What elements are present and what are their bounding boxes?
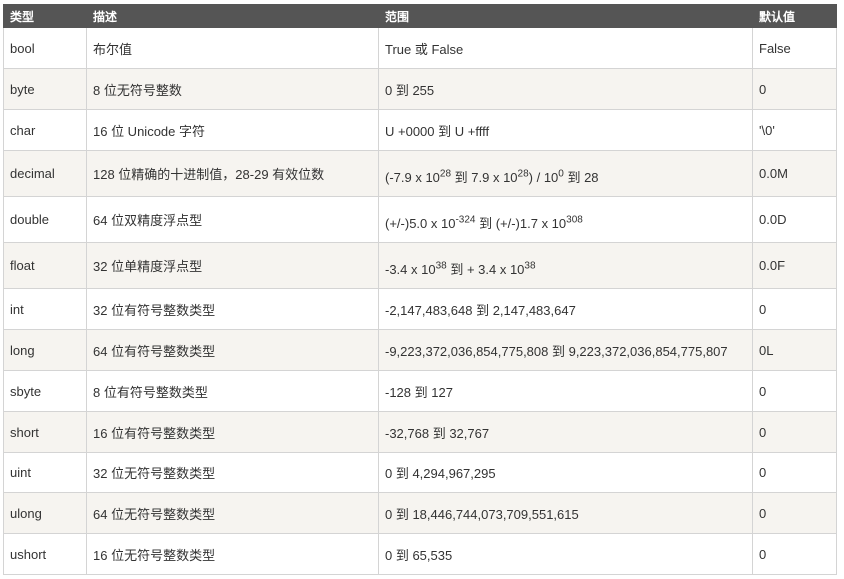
cell-default: 0.0M [752,150,837,197]
cell-type: char [3,109,87,151]
table-row: sbyte 8 位有符号整数类型 -128 到 127 0 [3,370,837,412]
cell-type: double [3,196,87,243]
range-exponent: 28 [439,168,452,180]
table-row: bool 布尔值 True 或 False False [3,27,837,69]
table-row: decimal 128 位精确的十进制值，28-29 有效位数 (-7.9 x … [3,150,837,197]
cell-range: 0 到 4,294,967,295 [378,452,753,493]
cell-range: -9,223,372,036,854,775,808 到 9,223,372,0… [378,329,753,371]
cell-type: ulong [3,492,87,534]
cell-default: 0.0D [752,196,837,243]
range-exponent: 38 [435,260,447,272]
table-row: long 64 位有符号整数类型 -9,223,372,036,854,775,… [3,329,837,371]
cell-type: sbyte [3,370,87,412]
cell-default: 0 [752,288,837,330]
cell-type: decimal [3,150,87,197]
cell-range: U +0000 到 U +ffff [378,109,753,151]
cell-desc: 64 位无符号整数类型 [86,492,379,534]
cell-type: byte [3,68,87,110]
cell-default: 0 [752,411,837,453]
table-row: int 32 位有符号整数类型 -2,147,483,648 到 2,147,4… [3,288,837,330]
cell-range: 0 到 65,535 [378,533,753,575]
cell-type: long [3,329,87,371]
range-text: 到 28 [563,170,599,185]
cell-desc: 64 位双精度浮点型 [86,196,379,243]
range-expression: -3.4 x 1038 到 + 3.4 x 1038 [385,253,536,278]
cell-default: False [752,27,837,69]
cell-type: uint [3,452,87,493]
header-default: 默认值 [752,4,837,28]
range-exponent: 28 [517,168,529,180]
header-row: 类型 描述 范围 默认值 [3,4,837,28]
cell-desc: 128 位精确的十进制值，28-29 有效位数 [86,150,379,197]
header-type: 类型 [3,4,87,28]
table-row: char 16 位 Unicode 字符 U +0000 到 U +ffff '… [3,109,837,151]
range-exponent: 38 [524,260,536,272]
range-text: 到 7.9 x 10 [451,170,518,185]
range-text: ) / 10 [528,170,559,185]
cell-type: bool [3,27,87,69]
table-row: ulong 64 位无符号整数类型 0 到 18,446,744,073,709… [3,492,837,534]
table-row: short 16 位有符号整数类型 -32,768 到 32,767 0 [3,411,837,453]
table-body: bool 布尔值 True 或 False False byte 8 位无符号整… [3,27,837,575]
table-row: byte 8 位无符号整数 0 到 255 0 [3,68,837,110]
cell-range: 0 到 18,446,744,073,709,551,615 [378,492,753,534]
cell-default: 0L [752,329,837,371]
cell-default: 0 [752,68,837,110]
header-desc: 描述 [86,4,379,28]
cell-default: 0 [752,533,837,575]
cell-type: int [3,288,87,330]
range-exponent: 308 [566,214,583,226]
cell-desc: 16 位 Unicode 字符 [86,109,379,151]
cell-desc: 布尔值 [86,27,379,69]
value-types-table: 类型 描述 范围 默认值 bool 布尔值 True 或 False False… [3,4,837,575]
cell-desc: 32 位有符号整数类型 [86,288,379,330]
cell-desc: 8 位有符号整数类型 [86,370,379,412]
cell-range: True 或 False [378,27,753,69]
cell-type: short [3,411,87,453]
cell-range: -2,147,483,648 到 2,147,483,647 [378,288,753,330]
table-row: uint 32 位无符号整数类型 0 到 4,294,967,295 0 [3,452,837,493]
header-range: 范围 [378,4,753,28]
cell-range: (+/-)5.0 x 10-324 到 (+/-)1.7 x 10308 [378,196,753,243]
cell-range: (-7.9 x 1028 到 7.9 x 1028) / 100 到 28 [378,150,753,197]
cell-desc: 16 位无符号整数类型 [86,533,379,575]
table-row: double 64 位双精度浮点型 (+/-)5.0 x 10-324 到 (+… [3,196,837,243]
range-text: (-7.9 x 10 [385,170,440,185]
cell-desc: 32 位单精度浮点型 [86,242,379,289]
cell-default: 0 [752,370,837,412]
cell-desc: 8 位无符号整数 [86,68,379,110]
cell-default: 0 [752,452,837,493]
cell-range: -32,768 到 32,767 [378,411,753,453]
cell-desc: 64 位有符号整数类型 [86,329,379,371]
range-expression: (-7.9 x 1028 到 7.9 x 1028) / 100 到 28 [385,161,599,186]
cell-type: ushort [3,533,87,575]
cell-default: '\0' [752,109,837,151]
range-text: -3.4 x 10 [385,262,436,277]
cell-range: -3.4 x 1038 到 + 3.4 x 1038 [378,242,753,289]
table-row: float 32 位单精度浮点型 -3.4 x 1038 到 + 3.4 x 1… [3,242,837,289]
range-text: 到 (+/-)1.7 x 10 [475,216,567,231]
range-text: (+/-)5.0 x 10 [385,216,456,231]
cell-default: 0 [752,492,837,534]
range-text: 到 + 3.4 x 10 [446,262,525,277]
cell-range: 0 到 255 [378,68,753,110]
cell-default: 0.0F [752,242,837,289]
cell-range: -128 到 127 [378,370,753,412]
table-row: ushort 16 位无符号整数类型 0 到 65,535 0 [3,533,837,575]
cell-desc: 32 位无符号整数类型 [86,452,379,493]
cell-type: float [3,242,87,289]
cell-desc: 16 位有符号整数类型 [86,411,379,453]
table-header: 类型 描述 范围 默认值 [3,4,837,28]
range-expression: (+/-)5.0 x 10-324 到 (+/-)1.7 x 10308 [385,207,583,232]
range-exponent: -324 [455,214,476,226]
